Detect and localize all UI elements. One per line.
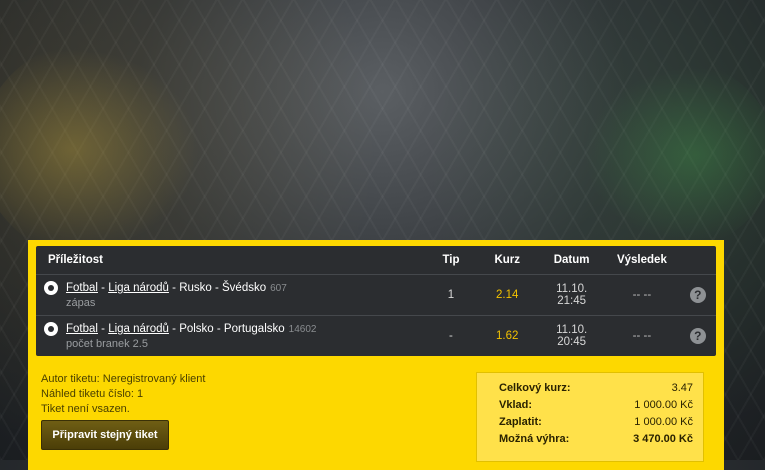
question-icon[interactable]: ? — [689, 328, 706, 344]
total-odds-value: 3.47 — [671, 381, 693, 394]
event-id: 14602 — [288, 323, 317, 335]
sport-link[interactable]: Fotbal — [66, 282, 98, 294]
header-date: Datum — [553, 254, 590, 266]
match-name: Rusko - Švédsko — [179, 282, 267, 294]
pay-value: 1 000.00 Kč — [634, 415, 693, 428]
odds-value: 1.62 — [475, 315, 540, 356]
player-image — [575, 60, 765, 250]
total-odds-label: Celkový kurz: — [499, 381, 571, 394]
ticket-info: Autor tiketu: Neregistrovaný klient Náhl… — [41, 372, 205, 417]
separator: - — [168, 323, 180, 335]
sport-link[interactable]: Fotbal — [66, 323, 98, 335]
league-link[interactable]: Liga národů — [108, 282, 169, 294]
stake-label: Vklad: — [499, 398, 533, 411]
event-cell: Fotbal - Liga národů - Polsko - Portugal… — [36, 315, 427, 356]
soccer-ball-icon — [44, 322, 58, 336]
pay-label: Zaplatit: — [499, 415, 542, 428]
help-cell: ? — [679, 274, 716, 316]
summary-row-total-odds: Celkový kurz: 3.47 — [499, 379, 693, 396]
header-odds: Kurz — [494, 254, 520, 266]
result-value: -- -- — [604, 315, 680, 356]
ticket-author: Autor tiketu: Neregistrovaný klient — [41, 373, 206, 385]
table-row: Fotbal - Liga národů - Rusko - Švédsko 6… — [36, 274, 716, 316]
header-tip: Tip — [442, 254, 460, 266]
date-value: 11.10. 21:45 — [539, 274, 605, 316]
summary-row-stake: Vklad: 1 000.00 Kč — [499, 396, 693, 413]
event-id: 607 — [270, 282, 287, 294]
date-value: 11.10. 20:45 — [539, 315, 605, 356]
prepare-same-ticket-button[interactable]: Připravit stejný tiket — [41, 420, 169, 450]
table-header-row: Příležitost Tip Kurz Datum Výsledek — [36, 246, 716, 275]
help-cell: ? — [679, 315, 716, 356]
event-cell: Fotbal - Liga národů - Rusko - Švédsko 6… — [36, 274, 427, 316]
market-name: počet branek 2.5 — [66, 338, 148, 350]
stake-value: 1 000.00 Kč — [634, 398, 693, 411]
win-value: 3 470.00 Kč — [633, 432, 693, 445]
table-row: Fotbal - Liga národů - Polsko - Portugal… — [36, 315, 716, 356]
separator: - — [97, 282, 109, 294]
bets-table: Příležitost Tip Kurz Datum Výsledek Fotb… — [36, 246, 716, 356]
tip-value: - — [426, 315, 476, 356]
result-value: -- -- — [604, 274, 680, 316]
separator: - — [168, 282, 180, 294]
ticket-status: Tiket není vsazen. — [41, 403, 130, 415]
match-name: Polsko - Portugalsko — [179, 323, 285, 335]
separator: - — [97, 323, 109, 335]
odds-value: 2.14 — [475, 274, 540, 316]
question-icon[interactable]: ? — [689, 287, 706, 303]
win-label: Možná výhra: — [499, 432, 570, 445]
summary-row-pay: Zaplatit: 1 000.00 Kč — [499, 413, 693, 430]
ticket-preview: Náhled tiketu číslo: 1 — [41, 388, 144, 400]
ticket-summary: Celkový kurz: 3.47 Vklad: 1 000.00 Kč Za… — [476, 372, 704, 462]
header-event: Příležitost — [48, 254, 103, 266]
soccer-ball-icon — [44, 281, 58, 295]
ticket-panel: Příležitost Tip Kurz Datum Výsledek Fotb… — [28, 240, 724, 470]
market-name: zápas — [66, 297, 96, 309]
header-help — [680, 246, 716, 275]
league-link[interactable]: Liga národů — [108, 323, 169, 335]
header-result: Výsledek — [616, 254, 667, 266]
tip-value: 1 — [426, 274, 476, 316]
summary-row-win: Možná výhra: 3 470.00 Kč — [499, 430, 693, 447]
